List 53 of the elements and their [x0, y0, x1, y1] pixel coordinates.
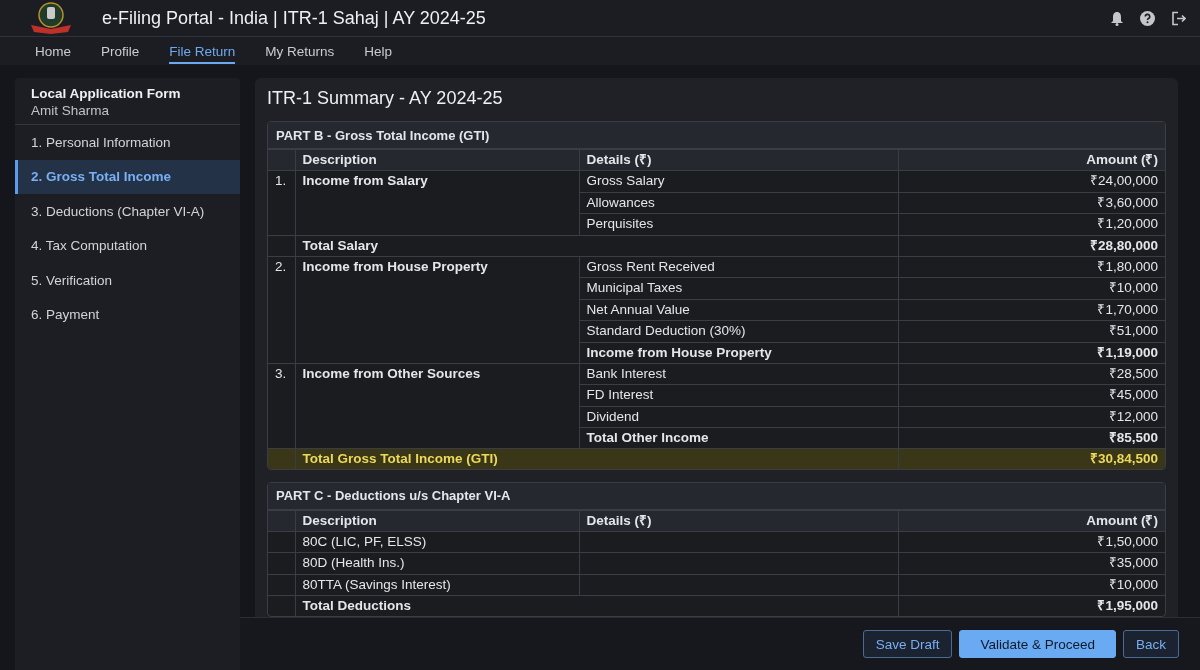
- table-cell: Income from Salary: [295, 170, 579, 236]
- form-title: Local Application Form: [31, 86, 182, 101]
- section-title: PART C - Deductions u/s Chapter VI-A: [276, 488, 511, 504]
- proceed-button[interactable]: Validate & Proceed: [959, 630, 1116, 658]
- table-cell: Municipal Taxes: [579, 277, 898, 300]
- column-header: Description: [295, 149, 579, 171]
- table-cell: 80C (LIC, PF, ELSS): [295, 531, 579, 553]
- nav-tab[interactable]: File Return: [154, 37, 251, 65]
- nav-tab[interactable]: Home: [20, 37, 86, 65]
- bell-icon[interactable]: [1110, 10, 1124, 26]
- table-cell: Income from House Property: [295, 256, 579, 364]
- table-cell: Allowances: [579, 192, 898, 214]
- table-cell: 1.: [268, 170, 295, 236]
- emblem-logo: [28, 1, 74, 35]
- sidebar-item[interactable]: 1. Personal Information: [15, 125, 240, 160]
- table-cell: Total Other Income: [579, 427, 898, 449]
- table-cell: Income from House Property: [579, 342, 898, 364]
- nav-tab[interactable]: Help: [349, 37, 408, 65]
- table-cell: Net Annual Value: [579, 299, 898, 321]
- sidebar-item[interactable]: 4. Tax Computation: [15, 228, 240, 263]
- column-header: Details (₹): [579, 149, 898, 171]
- page-title: ITR-1 Summary - AY 2024-25: [267, 88, 504, 109]
- table-cell: 2.: [268, 256, 295, 364]
- nav-tab[interactable]: My Returns: [250, 37, 350, 65]
- user-name: Amit Sharma: [31, 103, 111, 118]
- table-cell: Gross Rent Received: [579, 256, 898, 278]
- action-button[interactable]: Save Draft: [862, 630, 953, 658]
- table-cell: Income from Other Sources: [295, 363, 579, 449]
- table-cell: 80TTA (Savings Interest): [295, 574, 579, 596]
- action-button[interactable]: Back: [1123, 630, 1179, 658]
- column-header: Amount (₹): [898, 149, 1165, 171]
- nav-tab[interactable]: Profile: [86, 37, 155, 65]
- logout-icon[interactable]: [1171, 10, 1186, 26]
- table-cell: ₹1,95,000: [898, 595, 1165, 616]
- column-header: Amount (₹): [898, 510, 1165, 532]
- table-cell: 3.: [268, 363, 295, 449]
- table-cell: Standard Deduction (30%): [579, 320, 898, 342]
- column-header: Description: [295, 510, 579, 532]
- sidebar-item[interactable]: 6. Payment: [15, 297, 240, 332]
- sidebar-item[interactable]: 5. Verification: [15, 263, 240, 298]
- table-cell: Gross Salary: [579, 170, 898, 193]
- section-title: PART B - Gross Total Income (GTI): [276, 127, 490, 143]
- sidebar-item[interactable]: 3. Deductions (Chapter VI-A): [15, 194, 240, 229]
- table-cell: Perquisites: [579, 213, 898, 236]
- table-cell: FD Interest: [579, 384, 898, 407]
- table-cell: 80D (Health Ins.): [295, 552, 579, 575]
- sidebar-item[interactable]: 2. Gross Total Income: [15, 159, 240, 194]
- table-cell: Dividend: [579, 406, 898, 428]
- table-cell: Total Salary: [295, 235, 898, 257]
- window-title: e-Filing Portal - India | ITR-1 Sahaj | AY 2024-25: [102, 7, 487, 29]
- column-header: Details (₹): [579, 510, 898, 532]
- table-cell: Bank Interest: [579, 363, 898, 385]
- help-icon[interactable]: [1140, 10, 1155, 26]
